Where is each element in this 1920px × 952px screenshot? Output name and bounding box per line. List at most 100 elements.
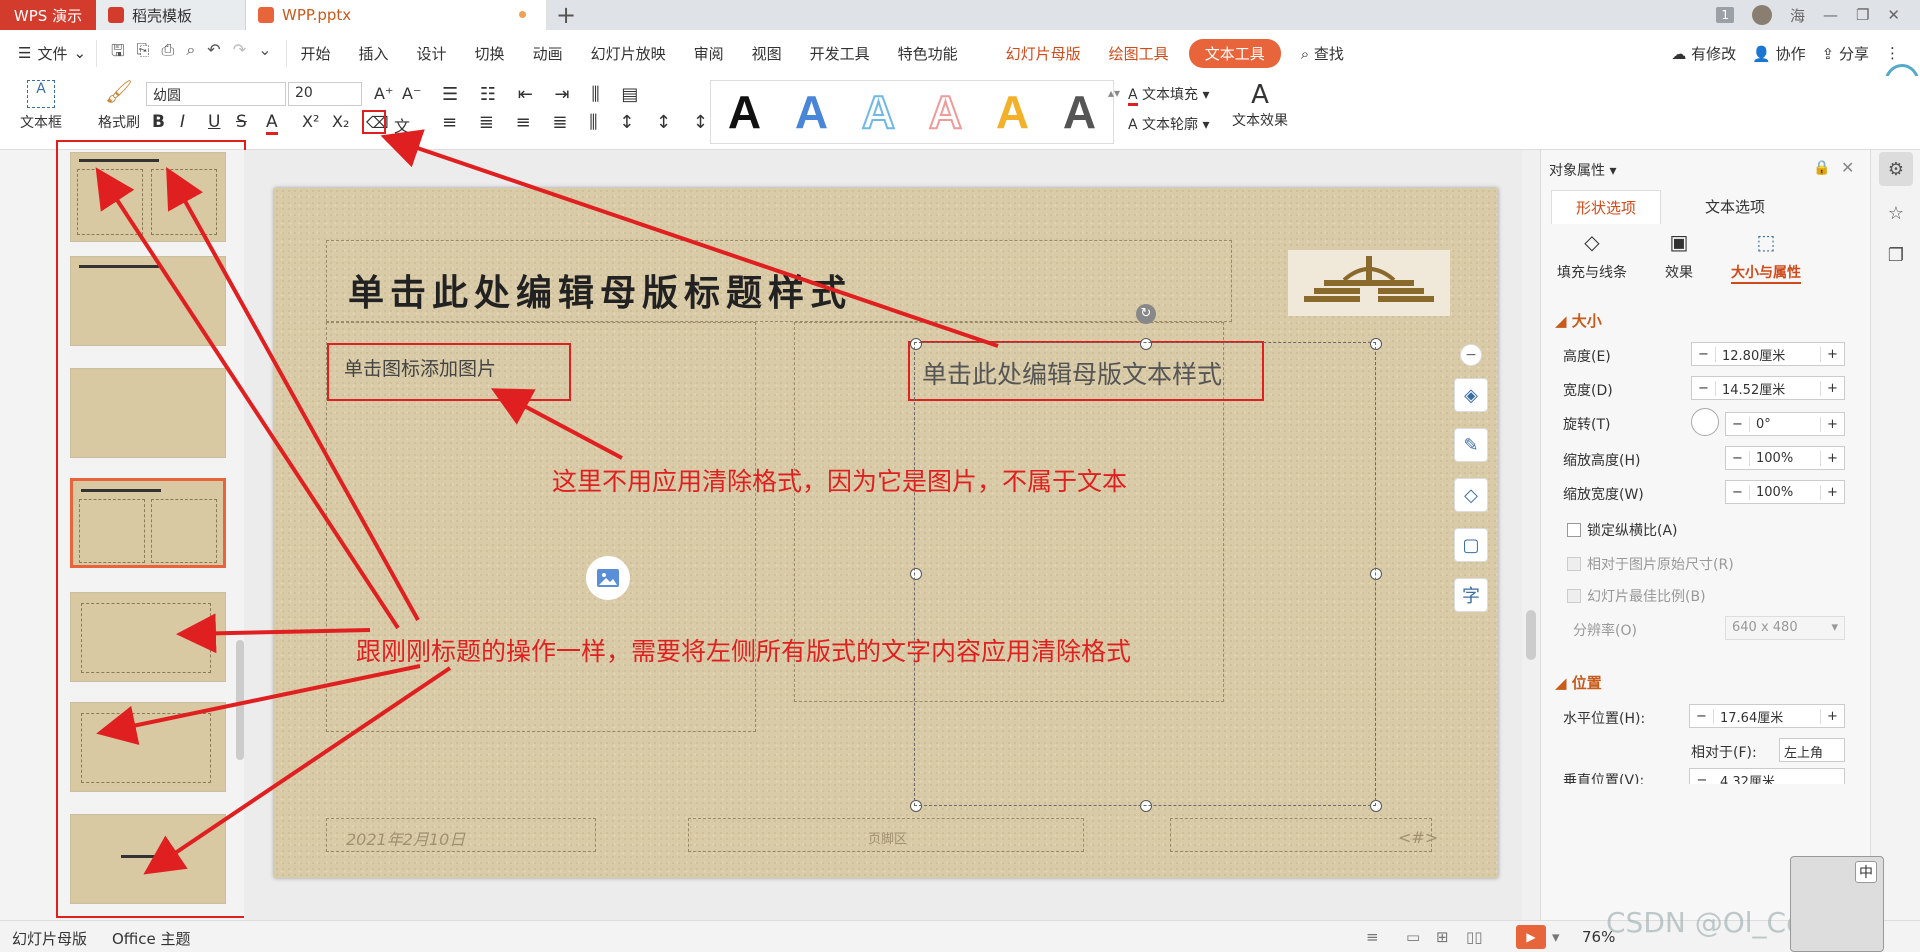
rotation-dial[interactable] <box>1691 408 1719 436</box>
list-icons[interactable]: ☰ ☷ ⇤ ⇥ ⫼ ▤ <box>442 84 646 105</box>
footer-page-number[interactable]: <#> <box>1398 828 1438 847</box>
preview-icon[interactable]: ⌕ <box>186 40 195 67</box>
subtab-size-properties[interactable]: ⬚ 大小与属性 <box>1731 230 1801 284</box>
footer-date[interactable]: 2021年2月10日 <box>346 826 465 850</box>
mascot-widget[interactable]: 中 <box>1790 856 1884 952</box>
tab-text-options[interactable]: 文本选项 <box>1681 190 1789 224</box>
text-fill-button[interactable]: A 文本填充 ▾ <box>1128 84 1210 106</box>
text-outline-button[interactable]: A 文本轮廓 ▾ <box>1128 114 1210 134</box>
rotation-stepper[interactable]: −0° + <box>1725 412 1845 436</box>
changes-button[interactable]: ☁ 有修改 <box>1671 43 1736 64</box>
italic-icon[interactable]: I <box>180 112 185 132</box>
text-style-black[interactable]: A <box>728 89 761 135</box>
ime-icon[interactable]: 中 <box>1855 861 1877 883</box>
new-tab-button[interactable]: + <box>546 0 586 30</box>
share-button[interactable]: ⇪ 分享 <box>1822 43 1869 64</box>
play-options-icon[interactable]: ▾ <box>1552 928 1560 946</box>
image-placeholder-text[interactable]: 单击图标添加图片 <box>344 354 496 381</box>
window-count-badge[interactable]: 1 <box>1716 7 1734 23</box>
more-icon[interactable]: ⋮ <box>1885 44 1900 62</box>
font-color-icon[interactable]: A <box>266 112 278 135</box>
collapse-icon[interactable]: − <box>1460 344 1482 366</box>
play-button[interactable]: ▶ <box>1516 925 1546 949</box>
close-icon[interactable]: ✕ <box>1887 6 1900 24</box>
width-stepper[interactable]: −14.52厘米 + <box>1691 376 1845 400</box>
position-section-header[interactable]: ◢ 位置 <box>1555 672 1602 693</box>
text-style-blue[interactable]: A <box>795 89 828 135</box>
reading-view-icon[interactable]: ▯▯ <box>1466 928 1483 946</box>
pen-icon[interactable]: ✎ <box>1454 428 1488 462</box>
subscript-icon[interactable]: X₂ <box>332 112 349 131</box>
superscript-icon[interactable]: X² <box>302 112 319 131</box>
notes-icon[interactable]: ≡ <box>1366 928 1379 946</box>
v-pos-stepper[interactable]: −4.32厘米 <box>1689 768 1845 784</box>
align-icons[interactable]: ≡ ≣ ≡ ≣ ⫼ ↕ ↕ ↕ <box>442 112 716 133</box>
copy-icon[interactable]: ❐ <box>1879 238 1913 272</box>
normal-view-icon[interactable]: ▭ <box>1406 928 1420 946</box>
lock-ratio-checkbox[interactable]: 锁定纵横比(A) <box>1567 520 1678 540</box>
avatar[interactable] <box>1751 5 1772 25</box>
save-icon[interactable]: 🖫 <box>111 40 125 67</box>
format-painter-button[interactable]: 🖌 格式刷 <box>92 80 146 132</box>
grow-font-icon[interactable]: A⁺ <box>374 84 393 103</box>
menu-insert[interactable]: 插入 <box>345 43 403 64</box>
close-panel-icon[interactable]: ✕ <box>1841 158 1854 177</box>
redo-icon[interactable]: ↷ <box>233 40 246 67</box>
fill-icon[interactable]: ◇ <box>1454 478 1488 512</box>
gallery-scroll-icon[interactable]: ▴▾ <box>1108 86 1120 100</box>
layers-icon[interactable]: ◈ <box>1454 378 1488 412</box>
menu-text-tools[interactable]: 文本工具 <box>1188 38 1281 68</box>
menu-view[interactable]: 视图 <box>738 43 796 64</box>
canvas-scrollbar[interactable] <box>1522 150 1540 920</box>
shrink-font-icon[interactable]: A⁻ <box>402 84 421 103</box>
footer-center[interactable]: 页脚区 <box>868 828 907 847</box>
sorter-view-icon[interactable]: ⊞ <box>1436 928 1449 946</box>
h-pos-stepper[interactable]: −17.64厘米 + <box>1689 704 1845 728</box>
text-style-pink[interactable]: A <box>928 88 963 136</box>
slide-title[interactable]: 单击此处编辑母版标题样式 <box>348 264 852 316</box>
tab-wpp-pptx[interactable]: WPP.pptx <box>246 0 546 30</box>
collaborate-button[interactable]: 👤 协作 <box>1752 43 1805 64</box>
menu-slide-master[interactable]: 幻灯片母版 <box>992 43 1095 64</box>
insert-picture-icon[interactable] <box>586 556 630 600</box>
scale-width-stepper[interactable]: −100% + <box>1725 480 1845 504</box>
textbox-button[interactable]: A 文本框 <box>14 80 68 132</box>
print-icon[interactable]: ⎙ <box>162 40 175 67</box>
relative-to-select[interactable]: 左上角 <box>1779 738 1845 762</box>
relative-original-checkbox[interactable]: 相对于图片原始尺寸(R) <box>1567 554 1734 574</box>
strikethrough-icon[interactable]: S <box>236 112 247 132</box>
properties-icon[interactable]: ⚙ <box>1879 152 1913 186</box>
text-style-lightblue[interactable]: A <box>861 88 896 136</box>
text-effect-button[interactable]: A 文本效果 <box>1232 80 1288 130</box>
resolution-select[interactable]: 640 x 480 ▾ <box>1725 616 1845 640</box>
size-section-header[interactable]: ◢ 大小 <box>1555 310 1602 331</box>
menu-animation[interactable]: 动画 <box>519 43 577 64</box>
menu-home[interactable]: 开始 <box>287 43 345 64</box>
file-menu-button[interactable]: ☰ 文件 ⌄ <box>0 43 96 64</box>
menu-review[interactable]: 审阅 <box>680 43 738 64</box>
output-icon[interactable]: ⎘ <box>137 40 150 67</box>
subtab-fill-line[interactable]: ◇ 填充与线条 <box>1557 230 1627 282</box>
tab-daoke-template[interactable]: 稻壳模板 <box>96 0 246 30</box>
text-direction-icon[interactable]: 文 <box>394 113 410 137</box>
undo-icon[interactable]: ↶ <box>207 40 220 67</box>
slide-master[interactable]: 单击此处编辑母版标题样式 单击图标添加图片 单击此处编辑母版文本样式 ↻ 这里不… <box>274 188 1498 878</box>
text-style-gray[interactable]: A <box>1063 89 1096 135</box>
menu-transition[interactable]: 切换 <box>461 43 519 64</box>
app-tab-wps[interactable]: WPS 演示 <box>0 0 96 30</box>
menu-drawing-tools[interactable]: 绘图工具 <box>1095 43 1183 64</box>
rotate-handle-icon[interactable]: ↻ <box>1136 304 1156 324</box>
customize-icon[interactable]: ⌄ <box>258 40 271 67</box>
tab-shape-options[interactable]: 形状选项 <box>1551 190 1662 224</box>
bold-icon[interactable]: B <box>152 112 165 132</box>
star-icon[interactable]: ☆ <box>1879 196 1913 230</box>
text-icon[interactable]: 字 <box>1454 578 1488 612</box>
best-ratio-checkbox[interactable]: 幻灯片最佳比例(B) <box>1567 586 1706 606</box>
subtab-effects[interactable]: ▣ 效果 <box>1665 230 1693 282</box>
font-size-select[interactable]: 20 <box>288 82 362 106</box>
lock-icon[interactable]: 🔒 <box>1813 160 1830 176</box>
menu-slideshow[interactable]: 幻灯片放映 <box>577 43 680 64</box>
font-name-select[interactable]: 幼圆 <box>146 82 286 106</box>
underline-icon[interactable]: U <box>208 112 220 132</box>
panel-title[interactable]: 对象属性 ▾ <box>1549 160 1616 180</box>
